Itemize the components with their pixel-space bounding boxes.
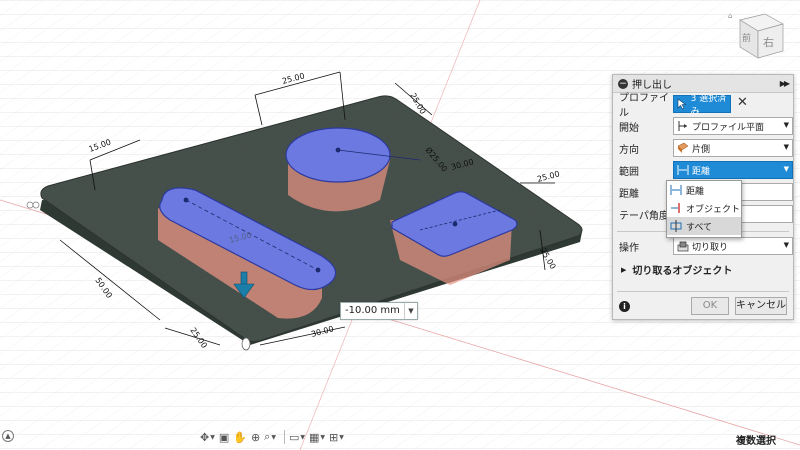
row-operation: 操作 切り取り ▼ xyxy=(619,237,793,255)
one-side-icon xyxy=(677,142,689,154)
toolbar-divider xyxy=(283,430,285,444)
direction-label: 方向 xyxy=(619,144,639,156)
chevron-down-icon: ▼ xyxy=(783,121,789,129)
grid-settings-icon[interactable]: ▦ ▼ xyxy=(309,428,325,446)
chevron-down-icon: ▼ xyxy=(783,165,789,173)
extent-select[interactable]: 距離 ▼ xyxy=(673,161,793,179)
taper-label: テーパ角度 xyxy=(619,210,669,222)
look-at-icon[interactable]: ▣ xyxy=(219,428,229,446)
extent-option-object[interactable]: オブジェクト xyxy=(667,199,741,217)
collapse-icon[interactable]: − xyxy=(618,78,628,89)
cancel-button[interactable]: キャンセル xyxy=(735,297,787,315)
operation-select[interactable]: 切り取り ▼ xyxy=(673,237,793,255)
status-text: 複数選択 xyxy=(736,436,776,447)
view-cube[interactable]: 前 右 ⌂ xyxy=(725,6,795,66)
row-start: 開始 プロファイル平面 ▼ xyxy=(619,117,793,135)
operation-value: 切り取り xyxy=(692,242,729,253)
start-label: 開始 xyxy=(619,122,639,134)
viewcube-axis-z: ⌂ xyxy=(728,12,732,20)
profile-value: 3 選択済み xyxy=(690,94,727,117)
extent-label: 範囲 xyxy=(619,166,639,178)
direction-value: 片側 xyxy=(692,144,711,155)
display-settings-icon[interactable]: ▭ ▼ xyxy=(289,428,305,446)
extent-dropdown-menu: 距離 オブジェクト すべて xyxy=(666,180,742,238)
extent-option-label: オブジェクト xyxy=(686,204,741,215)
distance-label: 距離 xyxy=(619,188,639,200)
direction-select[interactable]: 片側 ▼ xyxy=(673,139,793,157)
circle-profile[interactable] xyxy=(285,127,391,183)
distance-icon xyxy=(677,164,689,176)
navigation-toolbar: ✥ ▼ ▣ ✋ ⊕ ⌕ ▼ ▭ ▼ ▦ ▼ ⊞ ▼ xyxy=(200,428,348,446)
chevron-down-icon: ▼ xyxy=(783,241,789,249)
distance-input-value[interactable]: -10.00 mm xyxy=(341,303,405,319)
start-value: プロファイル平面 xyxy=(692,122,765,133)
rotate-handle[interactable] xyxy=(241,337,251,351)
objects-to-cut-label: 切り取るオブジェクト xyxy=(632,266,733,277)
viewcube-right-label: 右 xyxy=(763,35,774,49)
extent-option-distance[interactable]: 距離 xyxy=(667,181,741,199)
clear-selection-icon[interactable]: ✕ xyxy=(737,95,748,110)
cut-icon xyxy=(677,240,689,252)
cursor-icon xyxy=(677,98,688,110)
row-profile: プロファイル 3 選択済み ✕ xyxy=(619,93,787,119)
fit-icon[interactable]: ⌕ ▼ xyxy=(264,428,276,446)
profile-select-button[interactable]: 3 選択済み xyxy=(673,94,731,117)
orbit-icon[interactable]: ✥ ▼ xyxy=(200,428,215,446)
operation-label: 操作 xyxy=(619,242,639,254)
distance-icon xyxy=(670,185,682,195)
profile-plane-icon xyxy=(677,120,689,132)
ok-button[interactable]: OK xyxy=(691,297,729,315)
viewports-icon[interactable]: ⊞ ▼ xyxy=(329,428,344,446)
zoom-icon[interactable]: ⊕ xyxy=(251,428,260,446)
extent-option-label: 距離 xyxy=(686,186,705,197)
extent-option-all[interactable]: すべて xyxy=(667,217,741,235)
to-object-icon xyxy=(671,203,680,213)
through-all-icon xyxy=(670,220,682,232)
row-direction: 方向 片側 ▼ xyxy=(619,139,793,157)
start-select[interactable]: プロファイル平面 ▼ xyxy=(673,117,793,135)
info-icon[interactable]: i xyxy=(619,301,630,312)
viewcube-front-label: 前 xyxy=(742,32,751,44)
chevron-down-icon: ▼ xyxy=(783,143,789,151)
divider xyxy=(617,291,789,292)
expand-icon[interactable]: ▶▶ xyxy=(780,79,790,88)
expand-triangle-icon: ▶ xyxy=(621,265,627,274)
profile-label: プロファイル xyxy=(619,93,669,119)
extent-option-label: すべて xyxy=(686,222,713,233)
pan-icon[interactable]: ✋ xyxy=(233,428,247,446)
row-extent: 範囲 距離 ▼ xyxy=(619,161,793,179)
corner-widget-icon[interactable]: ▲ xyxy=(2,430,14,442)
chevron-down-icon[interactable]: ▼ xyxy=(405,307,417,315)
distance-input-field[interactable]: -10.00 mm ▼ xyxy=(340,302,418,320)
objects-to-cut-section[interactable]: ▶ 切り取るオブジェクト xyxy=(621,262,733,278)
extent-value: 距離 xyxy=(692,166,711,177)
